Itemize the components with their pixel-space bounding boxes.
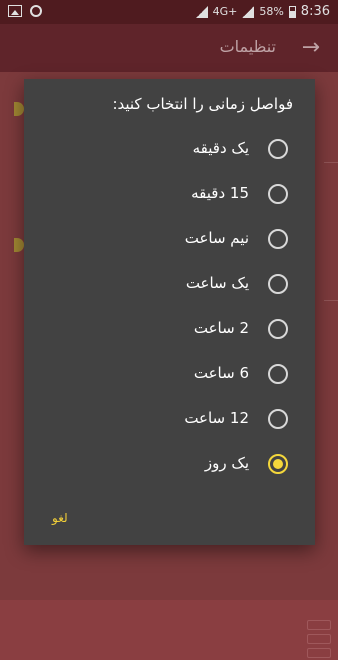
option-label: یک روز bbox=[204, 454, 249, 472]
radio-unchecked-icon[interactable] bbox=[268, 229, 288, 249]
option-2-hours[interactable]: 2 ساعت bbox=[24, 307, 315, 351]
option-1-day[interactable]: یک روز bbox=[24, 442, 315, 486]
option-label: 6 ساعت bbox=[193, 364, 249, 382]
radio-checked-icon[interactable] bbox=[268, 454, 288, 474]
dialog-title: فواصل زمانی را انتخاب کنید: bbox=[112, 95, 293, 113]
option-12-hours[interactable]: 12 ساعت bbox=[24, 397, 315, 441]
option-1-minute[interactable]: یک دقیقه bbox=[24, 127, 315, 171]
radio-unchecked-icon[interactable] bbox=[268, 184, 288, 204]
radio-unchecked-icon[interactable] bbox=[268, 319, 288, 339]
option-label: یک ساعت bbox=[185, 274, 249, 292]
option-label: 2 ساعت bbox=[193, 319, 249, 337]
option-1-hour[interactable]: یک ساعت bbox=[24, 262, 315, 306]
cancel-button[interactable]: لغو bbox=[52, 511, 68, 525]
option-label: 15 دقیقه bbox=[191, 184, 249, 202]
option-label: یک دقیقه bbox=[192, 139, 249, 157]
interval-dialog: فواصل زمانی را انتخاب کنید: یک دقیقه 15 … bbox=[24, 79, 315, 545]
radio-unchecked-icon[interactable] bbox=[268, 139, 288, 159]
option-half-hour[interactable]: نیم ساعت bbox=[24, 217, 315, 261]
radio-unchecked-icon[interactable] bbox=[268, 274, 288, 294]
list-icon bbox=[307, 620, 331, 660]
radio-unchecked-icon[interactable] bbox=[268, 364, 288, 384]
radio-unchecked-icon[interactable] bbox=[268, 409, 288, 429]
option-label: نیم ساعت bbox=[184, 229, 249, 247]
option-label: 12 ساعت bbox=[184, 409, 249, 427]
option-15-minutes[interactable]: 15 دقیقه bbox=[24, 172, 315, 216]
option-6-hours[interactable]: 6 ساعت bbox=[24, 352, 315, 396]
